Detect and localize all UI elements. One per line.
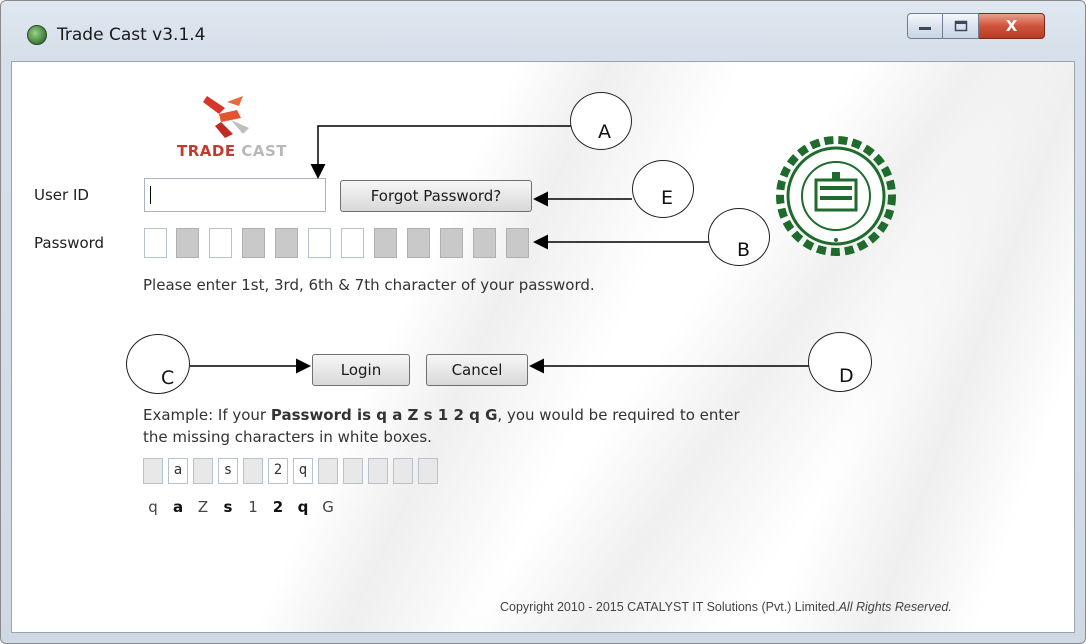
maximize-icon — [954, 20, 967, 32]
login-panel: TRADE CAST User ID Forgot Password? Pass… — [11, 61, 1075, 633]
copyright-notice: Copyright 2010 - 2015 CATALYST IT Soluti… — [500, 600, 839, 614]
minimize-icon — [919, 27, 931, 30]
rights-reserved: All Rights Reserved. — [838, 600, 952, 614]
callout-a: A — [570, 92, 632, 150]
close-button[interactable]: X — [979, 13, 1045, 39]
window-title: Trade Cast v3.1.4 — [57, 25, 206, 45]
maximize-button[interactable] — [943, 13, 979, 39]
minimize-button[interactable] — [907, 13, 943, 39]
callout-c: C — [126, 334, 190, 394]
callout-e: E — [632, 160, 694, 218]
window-controls: X — [907, 13, 1073, 45]
arrow-a — [310, 125, 572, 179]
close-icon: X — [1005, 17, 1018, 35]
title-bar[interactable]: Trade Cast v3.1.4 X — [1, 1, 1085, 61]
app-window: Trade Cast v3.1.4 X TRADE CAST User ID F… — [0, 0, 1086, 644]
app-icon — [27, 25, 47, 45]
callout-d: D — [808, 332, 872, 392]
copyright-text: Copyright 2010 - 2015 CATALYST IT Soluti… — [500, 600, 952, 614]
callout-b: B — [708, 208, 770, 266]
